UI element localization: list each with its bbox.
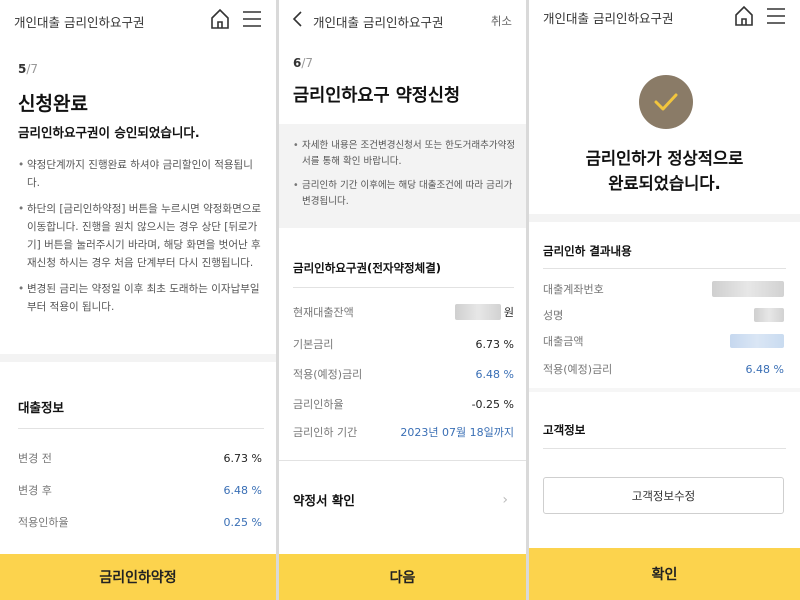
table-row: 적용(예정)금리 6.48 % <box>293 366 514 382</box>
row-value: -0.25 % <box>471 397 514 411</box>
header-title: 개인대출 금리인하요구권 <box>313 15 444 30</box>
table-row: 기본금리 6.73 % <box>293 336 514 352</box>
completion-message: 금리인하가 정상적으로 완료되었습니다. <box>529 146 800 196</box>
divider <box>279 460 526 461</box>
notice-list: 자세한 내용은 조건변경신청서 또는 한도거래추가약정서를 통해 확인 바랍니다… <box>293 138 517 218</box>
step-indicator: 6/7 <box>293 56 313 70</box>
menu-icon[interactable] <box>242 10 262 28</box>
cancel-button[interactable]: 취소 <box>491 13 512 29</box>
row-label: 기본금리 <box>293 338 334 351</box>
row-label: 변경 후 <box>18 484 52 497</box>
row-label: 금리인하 기간 <box>293 426 358 439</box>
row-label: 대출계좌번호 <box>543 283 604 296</box>
notice-list: 약정단계까지 진행완료 하셔야 금리할인이 적용됩니다. 하단의 [금리인하약정… <box>18 156 264 324</box>
header-icons <box>210 8 262 30</box>
header-title: 개인대출 금리인하요구권 <box>543 11 674 26</box>
masked-amount <box>454 304 501 320</box>
row-label: 성명 <box>543 309 564 322</box>
page-subtitle: 금리인하요구권이 승인되었습니다. <box>18 125 200 140</box>
row-value: 0.25 % <box>223 515 262 529</box>
check-icon <box>639 75 693 129</box>
table-row: 금리인하 기간 2023년 07월 18일까지 <box>293 424 514 440</box>
section-separator <box>529 388 800 392</box>
row-label: 적용인하율 <box>18 516 69 529</box>
list-item: 약정단계까지 진행완료 하셔야 금리할인이 적용됩니다. <box>18 156 264 192</box>
completion-line-1: 금리인하가 정상적으로 <box>585 149 744 168</box>
currency-unit: 원 <box>503 306 514 319</box>
header-title: 개인대출 금리인하요구권 <box>14 15 145 30</box>
menu-icon[interactable] <box>766 7 786 25</box>
table-row: 변경 후 6.48 % <box>18 482 262 498</box>
table-row: 대출계좌번호 <box>543 281 784 297</box>
row-value: 6.48 % <box>223 483 262 497</box>
row-label: 금리인하율 <box>293 398 344 411</box>
section-title-result: 금리인하 결과내용 <box>543 244 632 258</box>
list-item: 금리인하 기간 이후에는 해당 대출조건에 따라 금리가 변경됩니다. <box>293 178 517 210</box>
masked-name <box>754 308 784 322</box>
row-label: 적용(예정)금리 <box>293 368 363 381</box>
divider <box>543 268 786 269</box>
page-title: 금리인하요구 약정신청 <box>293 86 461 106</box>
table-row: 금리인하율 -0.25 % <box>293 396 514 412</box>
table-row: 현재대출잔액 원 <box>293 304 514 320</box>
row-value: 6.73 % <box>475 337 514 351</box>
screen-application-complete: 개인대출 금리인하요구권 5/7 신청완료 금리인하요구권이 승인되었습니다. … <box>0 0 276 600</box>
table-row: 대출금액 <box>543 333 784 349</box>
section-title-e-agreement: 금리인하요구권(전자약정체결) <box>293 261 442 275</box>
row-value: 6.48 % <box>475 367 514 381</box>
screen-agreement-request: 개인대출 금리인하요구권 취소 6/7 금리인하요구 약정신청 자세한 내용은 … <box>279 0 526 600</box>
masked-loan-amount <box>730 334 784 348</box>
row-label: 적용(예정)금리 <box>543 363 613 376</box>
row-value: 6.48 % <box>745 362 784 376</box>
header-icons <box>734 5 786 27</box>
contract-check-link[interactable]: 약정서 확인 › <box>293 490 508 509</box>
divider <box>293 287 514 288</box>
back-icon[interactable] <box>291 10 303 32</box>
table-row: 성명 <box>543 307 784 323</box>
row-label: 변경 전 <box>18 452 52 465</box>
step-total: /7 <box>26 62 39 76</box>
section-separator <box>0 354 276 362</box>
header: 개인대출 금리인하요구권 <box>529 0 800 40</box>
row-value: 2023년 07월 18일까지 <box>400 426 514 439</box>
home-icon[interactable] <box>734 5 754 27</box>
list-item: 자세한 내용은 조건변경신청서 또는 한도거래추가약정서를 통해 확인 바랍니다… <box>293 138 517 170</box>
row-label: 현재대출잔액 <box>293 306 354 319</box>
header: 개인대출 금리인하요구권 <box>0 0 276 40</box>
divider <box>543 448 786 449</box>
confirm-button[interactable]: 확인 <box>529 548 800 600</box>
screen-rate-reduction-done: 개인대출 금리인하요구권 금리인하가 정상적으로 완료되었습니다. 금리인하 결… <box>529 0 800 600</box>
table-row: 적용인하율 0.25 % <box>18 514 262 530</box>
section-title-loan-info: 대출정보 <box>18 400 65 415</box>
table-row: 적용(예정)금리 6.48 % <box>543 361 784 377</box>
step-indicator: 5/7 <box>18 62 38 76</box>
masked-account-number <box>712 281 784 297</box>
step-total: /7 <box>301 56 314 70</box>
header: 개인대출 금리인하요구권 취소 <box>279 0 526 40</box>
edit-customer-info-button[interactable]: 고객정보수정 <box>543 477 784 514</box>
table-row: 변경 전 6.73 % <box>18 450 262 466</box>
list-item: 하단의 [금리인하약정] 버튼을 누르시면 약정화면으로 이동합니다. 진행을 … <box>18 200 264 272</box>
row-value: 원 <box>454 304 514 320</box>
next-button[interactable]: 다음 <box>279 554 526 600</box>
section-title-customer: 고객정보 <box>543 423 586 437</box>
home-icon[interactable] <box>210 8 230 30</box>
chevron-right-icon: › <box>502 491 508 508</box>
rate-reduction-agreement-button[interactable]: 금리인하약정 <box>0 554 276 600</box>
list-item: 변경된 금리는 약정일 이후 최초 도래하는 이자납부일부터 적용이 됩니다. <box>18 280 264 316</box>
page-title: 신청완료 <box>18 93 88 115</box>
section-separator <box>529 214 800 222</box>
completion-line-2: 완료되었습니다. <box>608 174 721 193</box>
row-value: 6.73 % <box>223 451 262 465</box>
divider <box>18 428 264 429</box>
contract-check-label: 약정서 확인 <box>293 493 355 508</box>
row-label: 대출금액 <box>543 335 584 348</box>
